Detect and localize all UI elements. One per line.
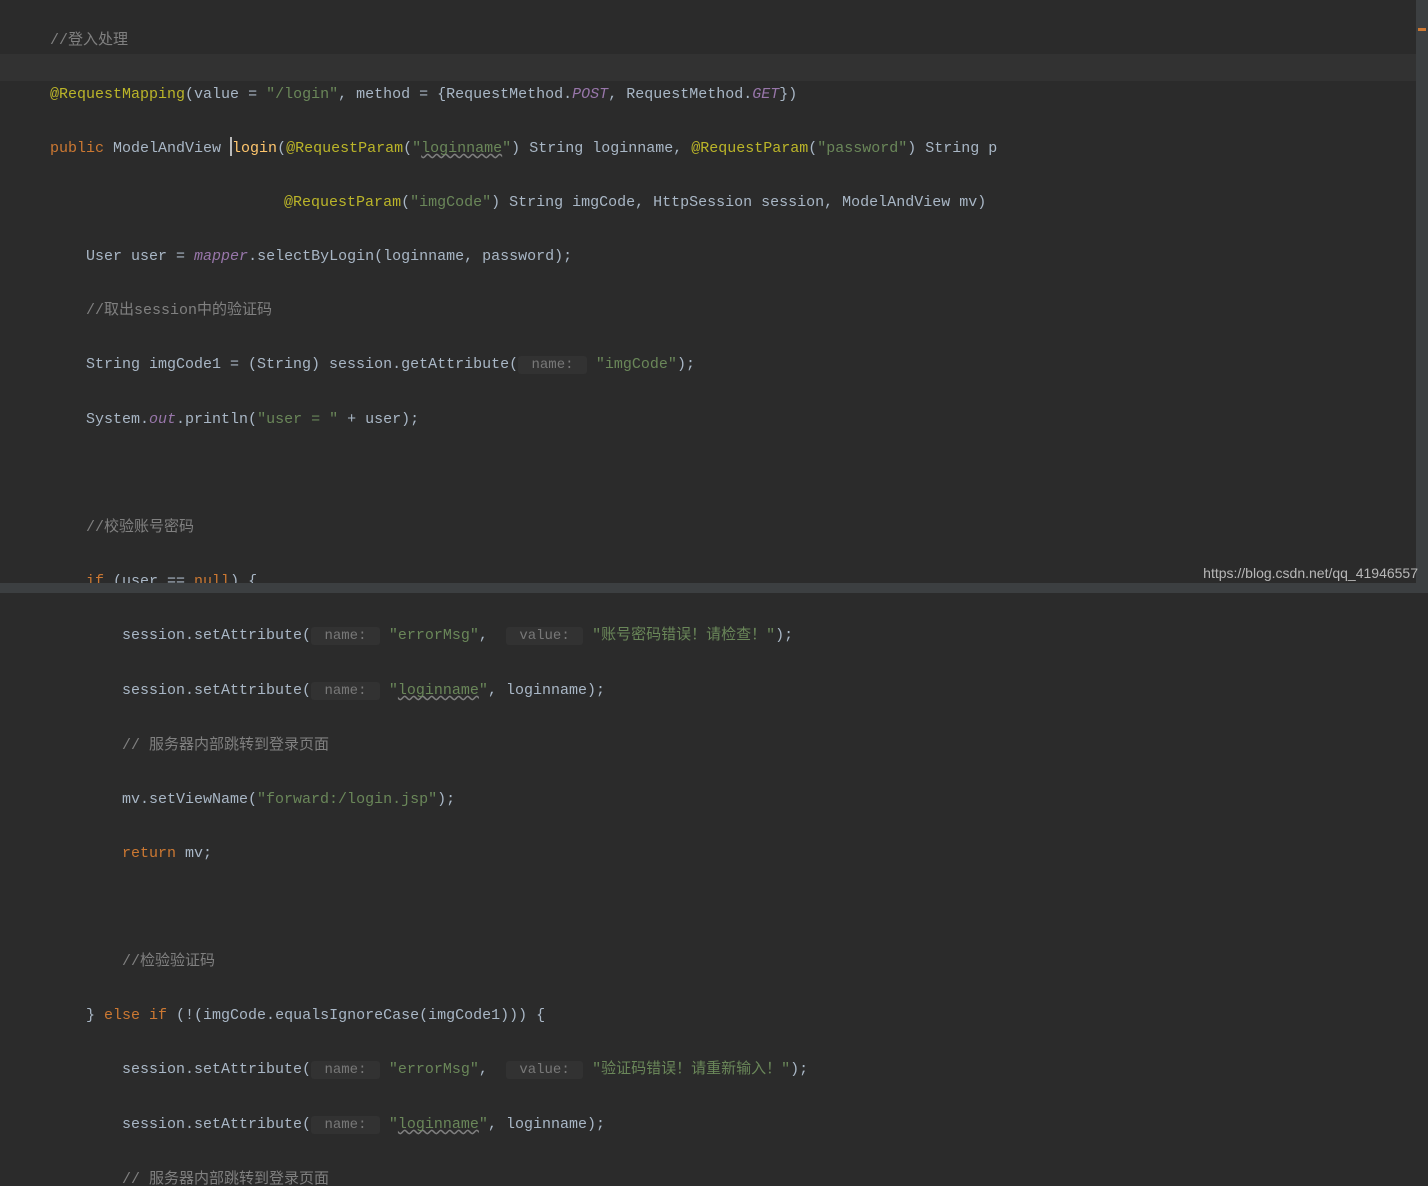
param-hint: name: — [311, 1061, 380, 1079]
code-editor[interactable]: //登入处理 @RequestMapping(value = "/login",… — [0, 0, 1428, 1186]
code-line[interactable]: public ModelAndView login(@RequestParam(… — [50, 135, 1428, 162]
overview-stripe[interactable] — [1416, 0, 1428, 593]
param-hint: name: — [311, 1116, 380, 1134]
param-hint: name: — [311, 682, 380, 700]
code-line[interactable]: // 服务器内部跳转到登录页面 — [50, 732, 1428, 759]
comment: //登入处理 — [50, 32, 128, 49]
code-line[interactable]: //检验验证码 — [50, 948, 1428, 975]
code-line[interactable]: //取出session中的验证码 — [50, 297, 1428, 324]
code-line[interactable]: String imgCode1 = (String) session.getAt… — [50, 351, 1428, 379]
code-line[interactable] — [50, 460, 1428, 487]
code-line[interactable]: User user = mapper.selectByLogin(loginna… — [50, 243, 1428, 270]
watermark-text: https://blog.csdn.net/qq_41946557 — [1203, 560, 1418, 587]
code-line[interactable]: // 服务器内部跳转到登录页面 — [50, 1166, 1428, 1186]
code-line[interactable]: return mv; — [50, 840, 1428, 867]
code-line[interactable]: session.setAttribute( name: "loginname",… — [50, 677, 1428, 705]
code-line[interactable]: @RequestMapping(value = "/login", method… — [50, 81, 1428, 108]
code-line[interactable]: @RequestParam("imgCode") String imgCode,… — [50, 189, 1428, 216]
param-hint: value: — [506, 1061, 583, 1079]
param-hint: value: — [506, 627, 583, 645]
code-line[interactable]: System.out.println("user = " + user); — [50, 406, 1428, 433]
code-line[interactable] — [50, 894, 1428, 921]
code-line[interactable]: mv.setViewName("forward:/login.jsp"); — [50, 786, 1428, 813]
code-line[interactable]: session.setAttribute( name: "errorMsg", … — [50, 622, 1428, 650]
code-line[interactable]: //校验账号密码 — [50, 514, 1428, 541]
code-line[interactable]: } else if (!(imgCode.equalsIgnoreCase(im… — [50, 1002, 1428, 1029]
code-line[interactable]: session.setAttribute( name: "errorMsg", … — [50, 1056, 1428, 1084]
param-hint: name: — [311, 627, 380, 645]
code-line[interactable]: session.setAttribute( name: "loginname",… — [50, 1111, 1428, 1139]
code-line[interactable]: //登入处理 — [50, 27, 1428, 54]
param-hint: name: — [518, 356, 587, 374]
annotation: @RequestMapping — [50, 86, 185, 103]
